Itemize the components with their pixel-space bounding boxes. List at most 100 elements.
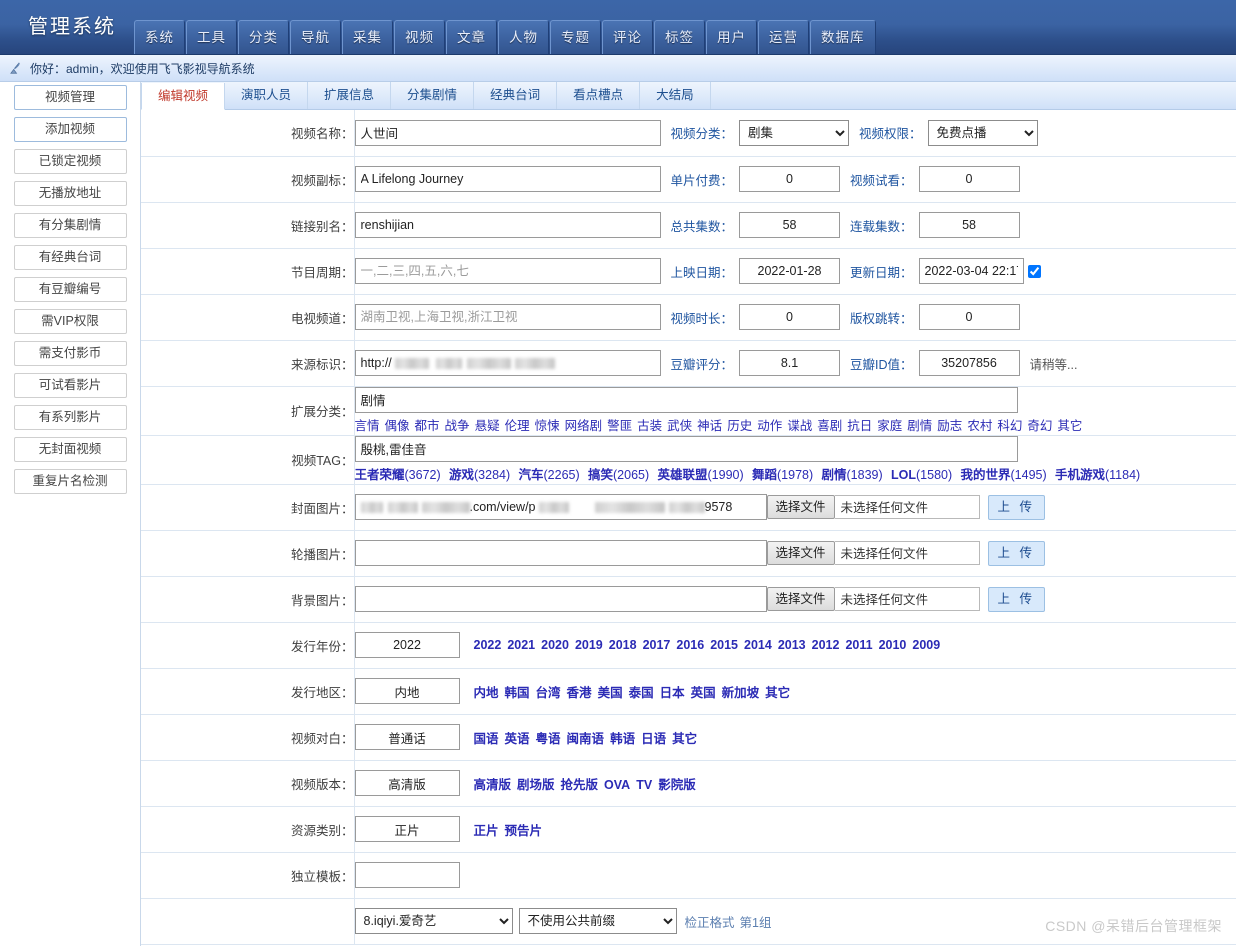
total-episodes-input[interactable]: [739, 212, 841, 238]
video-duration-input[interactable]: [739, 304, 841, 330]
video-trial-input[interactable]: [918, 166, 1020, 192]
year-option-2010[interactable]: 2010: [879, 638, 907, 652]
year-option-2009[interactable]: 2009: [912, 638, 940, 652]
source-id-input[interactable]: http://: [354, 350, 661, 376]
tag-option-手机游戏[interactable]: 手机游戏(1184): [1055, 468, 1140, 482]
version-option-剧场版[interactable]: 剧场版: [517, 778, 555, 792]
upload-button-cover[interactable]: 上 传: [987, 494, 1045, 520]
nav-item-用户[interactable]: 用户: [706, 20, 757, 54]
link-alias-input[interactable]: [354, 212, 661, 238]
nav-item-文章[interactable]: 文章: [446, 20, 497, 54]
year-option-2015[interactable]: 2015: [710, 638, 738, 652]
nav-item-评论[interactable]: 评论: [602, 20, 653, 54]
serial-episodes-input[interactable]: [918, 212, 1020, 238]
sidebar-item-无封面视频[interactable]: 无封面视频: [13, 437, 127, 462]
video-category-select[interactable]: 剧集: [739, 119, 850, 146]
nav-item-数据库[interactable]: 数据库: [810, 20, 876, 54]
year-option-2011[interactable]: 2011: [845, 638, 872, 652]
sidebar-item-已锁定视频[interactable]: 已锁定视频: [13, 149, 127, 174]
category-option-言情[interactable]: 言情: [355, 419, 380, 433]
category-option-悬疑[interactable]: 悬疑: [475, 419, 500, 433]
background-image-input[interactable]: [354, 586, 767, 612]
sidebar-item-需支付影币[interactable]: 需支付影币: [13, 341, 127, 366]
sidebar-item-有豆瓣编号[interactable]: 有豆瓣编号: [13, 277, 127, 302]
video-subtitle-input[interactable]: [354, 166, 661, 192]
tab-看点槽点[interactable]: 看点槽点: [557, 82, 641, 109]
region-option-台湾[interactable]: 台湾: [536, 686, 561, 700]
extended-category-input[interactable]: [354, 386, 1018, 413]
category-option-神话[interactable]: 神话: [697, 419, 722, 433]
public-prefix-select[interactable]: 不使用公共前缀: [518, 908, 677, 934]
tab-大结局[interactable]: 大结局: [640, 82, 711, 109]
correct-format-link[interactable]: 检正格式: [685, 912, 735, 931]
version-option-影院版[interactable]: 影院版: [658, 778, 696, 792]
tag-option-游戏[interactable]: 游戏(3284): [449, 468, 510, 482]
douban-score-input[interactable]: [739, 350, 841, 376]
video-permission-select[interactable]: 免费点播: [927, 119, 1038, 146]
update-date-checkbox[interactable]: [1027, 264, 1041, 278]
nav-item-标签[interactable]: 标签: [654, 20, 705, 54]
nav-item-导航[interactable]: 导航: [290, 20, 341, 54]
year-option-2018[interactable]: 2018: [609, 638, 637, 652]
category-option-谍战[interactable]: 谍战: [787, 419, 812, 433]
region-option-美国[interactable]: 美国: [598, 686, 623, 700]
video-name-input[interactable]: [354, 119, 661, 146]
version-option-高清版[interactable]: 高清版: [474, 778, 512, 792]
category-option-其它[interactable]: 其它: [1057, 419, 1082, 433]
category-option-惊悚[interactable]: 惊悚: [535, 419, 560, 433]
tag-option-LOL[interactable]: LOL(1580): [891, 468, 952, 482]
category-option-农村[interactable]: 农村: [967, 419, 992, 433]
version-option-OVA[interactable]: OVA: [604, 778, 630, 792]
category-option-伦理[interactable]: 伦理: [505, 419, 530, 433]
single-pay-input[interactable]: [739, 166, 841, 192]
region-option-英国[interactable]: 英国: [691, 686, 716, 700]
region-option-其它[interactable]: 其它: [765, 686, 790, 700]
year-option-2021[interactable]: 2021: [507, 638, 535, 652]
year-option-2017[interactable]: 2017: [643, 638, 671, 652]
region-option-日本[interactable]: 日本: [660, 686, 685, 700]
player-source-select[interactable]: 8.iqiyi.爱奇艺: [354, 908, 513, 934]
nav-item-工具[interactable]: 工具: [186, 20, 237, 54]
sidebar-item-可试看影片[interactable]: 可试看影片: [13, 373, 127, 398]
video-tag-input[interactable]: [354, 435, 1018, 462]
copyright-jump-input[interactable]: [918, 304, 1020, 330]
category-option-历史[interactable]: 历史: [727, 419, 752, 433]
nav-item-人物[interactable]: 人物: [498, 20, 549, 54]
year-option-2014[interactable]: 2014: [744, 638, 772, 652]
tag-option-我的世界[interactable]: 我的世界(1495): [960, 468, 1046, 482]
year-option-2016[interactable]: 2016: [676, 638, 704, 652]
sidebar-item-需VIP权限[interactable]: 需VIP权限: [13, 309, 127, 334]
douban-id-input[interactable]: [918, 350, 1020, 376]
sidebar-item-添加视频[interactable]: 添加视频: [13, 117, 127, 142]
restype-option-正片[interactable]: 正片: [474, 824, 499, 838]
cover-image-input[interactable]: .com/view/p 9578: [354, 494, 767, 520]
tag-option-汽车[interactable]: 汽车(2265): [519, 468, 580, 482]
version-option-TV[interactable]: TV: [636, 778, 652, 792]
tab-编辑视频[interactable]: 编辑视频: [141, 83, 226, 110]
tab-经典台词[interactable]: 经典台词: [474, 82, 558, 109]
category-option-家庭[interactable]: 家庭: [877, 419, 902, 433]
year-option-2020[interactable]: 2020: [541, 638, 569, 652]
category-option-战争[interactable]: 战争: [445, 419, 470, 433]
sidebar-item-有系列影片[interactable]: 有系列影片: [13, 405, 127, 430]
nav-item-采集[interactable]: 采集: [342, 20, 393, 54]
update-date-input[interactable]: [918, 258, 1024, 284]
nav-item-专题[interactable]: 专题: [550, 20, 601, 54]
dialogue-option-国语[interactable]: 国语: [474, 732, 499, 746]
video-dialogue-input[interactable]: [354, 724, 460, 750]
release-region-input[interactable]: [354, 678, 460, 704]
sidebar-item-有分集剧情[interactable]: 有分集剧情: [13, 213, 127, 238]
nav-item-视频[interactable]: 视频: [394, 20, 445, 54]
dialogue-option-韩语[interactable]: 韩语: [610, 732, 635, 746]
tab-分集剧情[interactable]: 分集剧情: [391, 82, 475, 109]
category-option-科幻[interactable]: 科幻: [997, 419, 1022, 433]
tv-channel-input[interactable]: [354, 304, 661, 330]
tag-option-舞蹈[interactable]: 舞蹈(1978): [752, 468, 813, 482]
category-option-剧情[interactable]: 剧情: [907, 419, 932, 433]
category-option-偶像[interactable]: 偶像: [385, 419, 410, 433]
category-option-古装[interactable]: 古装: [637, 419, 662, 433]
tab-演职人员[interactable]: 演职人员: [225, 82, 309, 109]
region-option-泰国[interactable]: 泰国: [629, 686, 654, 700]
choose-file-button-slider[interactable]: 选择文件: [766, 541, 835, 565]
tab-扩展信息[interactable]: 扩展信息: [308, 82, 392, 109]
